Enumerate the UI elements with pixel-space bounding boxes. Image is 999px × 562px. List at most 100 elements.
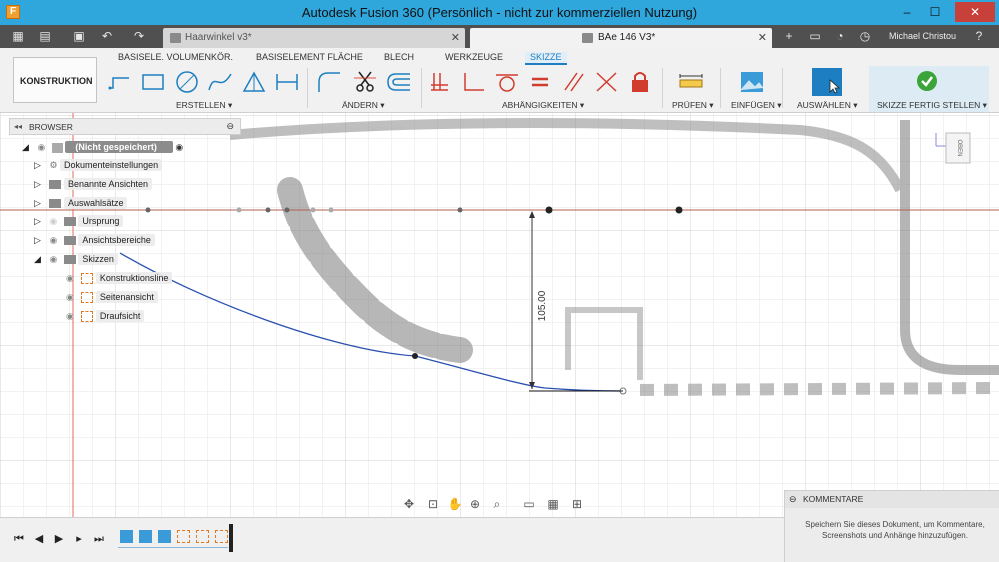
timeline-sketch[interactable] [177,530,190,543]
step-back-icon[interactable]: ◀ [31,531,47,547]
tree-root[interactable]: ◢ ◉ (Nicht gespeichert) ◉ [22,140,183,157]
sketch-item-construction[interactable]: ◉ Konstruktionsline [66,271,173,288]
group-select[interactable]: AUSWÄHLEN ▾ [797,100,857,111]
timeline-sketch[interactable] [215,530,228,543]
tree-item-document-settings[interactable]: ▷ ⚙ Dokumenteinstellungen [34,158,163,175]
circle-tool-icon[interactable] [174,70,200,94]
expand-arrow-icon[interactable]: ▷ [34,216,41,226]
tab-sheet-metal[interactable]: BLECH [384,52,414,62]
file-menu-icon[interactable]: ▤ [36,28,54,45]
eye-icon[interactable]: ◉ [49,235,57,245]
timeline-marker[interactable] [229,524,233,552]
parallel-constraint-icon[interactable] [561,70,587,94]
collapse-icon[interactable]: ⊖ [789,491,797,508]
insert-image-icon[interactable] [739,70,765,94]
save-icon[interactable]: ▣ [70,28,88,45]
step-forward-icon[interactable]: ▸ [71,531,87,547]
comments-header[interactable]: ⊖ KOMMENTARE [785,491,999,508]
expand-arrow-icon[interactable]: ▷ [34,179,41,189]
tree-item-sketches[interactable]: ◢ ◉ Skizzen [34,252,118,269]
group-modify[interactable]: ÄNDERN ▾ [342,100,385,111]
orbit-icon[interactable]: ✥ [400,496,418,512]
line-tool-icon[interactable] [107,70,133,94]
maximize-button[interactable]: ☐ [922,2,948,22]
tab-bae146[interactable]: BAe 146 V3* ✕ [470,28,772,48]
timeline-canvas-image[interactable] [120,530,133,543]
group-inspect[interactable]: PRÜFEN ▾ [672,100,714,111]
collapse-arrow-icon[interactable]: ◢ [34,254,41,264]
trim-scissors-icon[interactable] [352,70,378,94]
clock-icon[interactable]: ◷ [856,28,874,45]
measure-ruler-icon[interactable] [678,70,704,94]
close-tab-icon[interactable]: ✕ [451,28,460,48]
timeline-sketch[interactable] [196,530,209,543]
group-constraints[interactable]: ABHÄNGIGKEITEN ▾ [502,100,584,111]
offset-tool-icon[interactable] [386,70,412,94]
eye-icon[interactable]: ◉ [66,311,74,321]
activate-radio-icon[interactable]: ◉ [175,142,183,152]
spline-point[interactable] [412,353,418,359]
go-to-end-icon[interactable]: ⏭ [91,531,107,547]
finish-sketch-button[interactable]: SKIZZE FERTIG STELLEN ▾ [877,100,987,111]
tab-haarwinkel[interactable]: Haarwinkel v3* ✕ [163,28,465,48]
help-icon[interactable]: ? [970,28,988,45]
rectangle-tool-icon[interactable] [140,70,166,94]
sketch-item-side-view[interactable]: ◉ Seitenansicht [66,290,158,307]
grid-settings-icon[interactable]: ▦ [544,496,562,512]
expand-arrow-icon[interactable]: ▷ [34,235,41,245]
job-status-icon[interactable]: ◔ [831,28,849,45]
expand-arrow-icon[interactable]: ▷ [34,160,41,170]
arc-tool-icon[interactable] [207,70,233,94]
collapse-arrows-icon[interactable]: ◂◂ [14,122,22,131]
eye-icon[interactable]: ◉ [66,292,74,302]
close-button[interactable]: ✕ [955,2,995,22]
go-to-start-icon[interactable]: ⏮ [11,531,27,547]
group-create[interactable]: ERSTELLEN ▾ [176,100,232,111]
tree-item-view-areas[interactable]: ▷ ◉ Ansichtsbereiche [34,233,155,250]
timeline-canvas-image[interactable] [158,530,171,543]
fillet-tool-icon[interactable] [316,70,342,94]
tree-item-origin[interactable]: ▷ ◉ Ursprung [34,214,124,231]
eye-icon[interactable]: ◉ [66,273,74,283]
collapse-arrow-icon[interactable]: ◢ [22,142,29,152]
tab-sketch[interactable]: SKIZZE [525,52,567,65]
tree-item-selection-sets[interactable]: ▷ Auswahlsätze [34,196,128,213]
tab-solid[interactable]: BASISELE. VOLUMENKÖR. [118,52,233,62]
timeline-canvas-image[interactable] [139,530,152,543]
equal-constraint-icon[interactable] [527,70,553,94]
undo-icon[interactable]: ↶ [98,28,116,45]
tangent-constraint-icon[interactable] [494,70,520,94]
close-tab-icon[interactable]: ✕ [758,28,767,48]
viewports-icon[interactable]: ⊞ [568,496,586,512]
eye-hidden-icon[interactable]: ◉ [49,216,57,226]
polygon-tool-icon[interactable] [241,70,267,94]
tab-tools[interactable]: WERKZEUGE [445,52,503,62]
select-cursor-icon[interactable] [812,68,842,96]
fit-icon[interactable]: ⌕ [488,496,506,512]
user-account[interactable]: Michael Christou [889,25,956,48]
group-insert[interactable]: EINFÜGEN ▾ [731,100,782,111]
play-icon[interactable]: ▶ [51,531,67,547]
pan-hand-icon[interactable]: ✋ [446,496,464,512]
dimension-value[interactable]: 105.00 [537,290,548,321]
redo-icon[interactable]: ↷ [130,28,148,45]
expand-arrow-icon[interactable]: ▷ [34,198,41,208]
eye-icon[interactable]: ◉ [37,142,45,152]
new-tab-icon[interactable]: + [780,28,798,45]
workspace-switcher[interactable]: KONSTRUKTION ▾ [13,57,97,132]
collinear-constraint-icon[interactable] [594,70,620,94]
grid-menu-icon[interactable]: ▦ [9,28,27,45]
zoom-icon[interactable]: ⊕ [466,496,484,512]
tree-item-named-views[interactable]: ▷ Benannte Ansichten [34,177,153,194]
fix-lock-icon[interactable] [627,70,653,94]
coincident-constraint-icon[interactable] [428,70,454,94]
look-at-icon[interactable]: ⊡ [424,496,442,512]
finish-sketch-area[interactable]: SKIZZE FERTIG STELLEN ▾ [869,66,989,112]
browser-panel-header[interactable]: ◂◂ BROWSER ⊖ [9,118,241,135]
minimize-button[interactable]: – [894,2,920,22]
sketch-item-top-view[interactable]: ◉ Draufsicht [66,309,145,326]
perpendicular-constraint-icon[interactable] [461,70,487,94]
chat-icon[interactable]: ▭ [806,28,824,45]
display-settings-icon[interactable]: ▭ [520,496,538,512]
tab-surface[interactable]: BASISELEMENT FLÄCHE [256,52,363,62]
